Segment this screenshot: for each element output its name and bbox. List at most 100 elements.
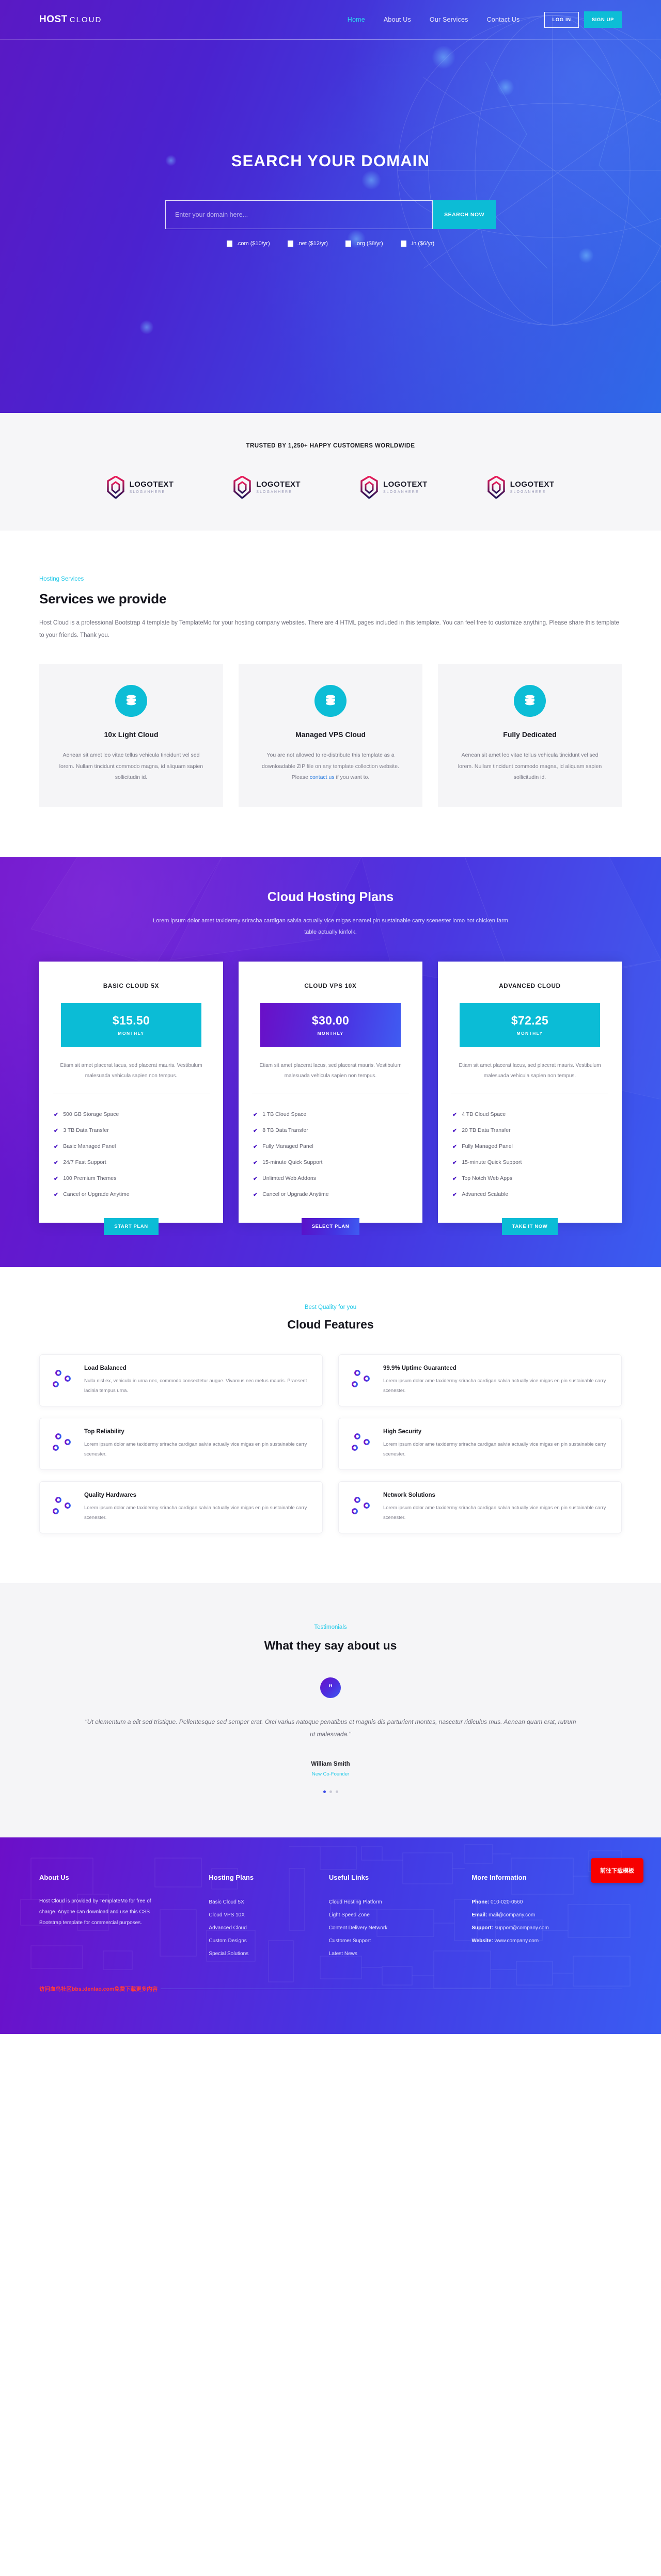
check-icon: ✔ (452, 1127, 458, 1134)
carousel-dot[interactable] (329, 1790, 332, 1793)
nav-actions: LOG IN SIGN UP (544, 11, 622, 28)
domain-search-input[interactable] (165, 200, 433, 229)
footer-link[interactable]: Customer Support (329, 1938, 371, 1944)
start-plan-button[interactable]: START PLAN (104, 1218, 159, 1235)
feature-card[interactable]: High Security Lorem ipsum dolor ame taxi… (338, 1417, 622, 1470)
nav-item-about-us[interactable]: About Us (384, 16, 411, 23)
download-template-button[interactable]: 前往下载模板 (591, 1858, 643, 1883)
footer-plans-title: Hosting Plans (209, 1873, 254, 1881)
nav-item-home[interactable]: Home (348, 16, 365, 23)
footer-list-item[interactable]: Advanced Cloud (209, 1922, 313, 1934)
carousel-dot[interactable] (335, 1790, 338, 1793)
footer-list-item[interactable]: Custom Designs (209, 1934, 313, 1947)
plan-feature-item: ✔ 8 TB Data Transfer (253, 1123, 408, 1139)
footer-list-item[interactable]: Customer Support (329, 1934, 457, 1947)
footer-list-item[interactable]: Cloud VPS 10X (209, 1909, 313, 1922)
footer-list-item[interactable]: Light Speed Zone (329, 1909, 457, 1922)
features-header: Best Quality for you Cloud Features (39, 1304, 622, 1332)
footer-about-title: About Us (39, 1873, 69, 1881)
pricing-card-cloud-vps-10x[interactable]: CLOUD VPS 10X $30.00 MONTHLY Etiam sit a… (239, 961, 422, 1235)
service-card[interactable]: Fully Dedicated Aenean sit amet leo vita… (438, 664, 622, 807)
footer-info-email: Email: mail@company.com (471, 1909, 622, 1922)
tld-options: .com ($10/yr) .net ($12/yr) .org ($8/yr)… (0, 241, 661, 247)
footer-list-item[interactable]: Special Solutions (209, 1947, 313, 1960)
footer-info-value[interactable]: www.company.com (495, 1938, 539, 1944)
checkbox-icon[interactable] (226, 241, 232, 247)
shield-logo-icon (360, 476, 378, 499)
plan-feature-item: ✔ 4 TB Cloud Space (452, 1107, 607, 1123)
feature-title: 99.9% Uptime Guaranteed (383, 1365, 457, 1371)
footer-list-item[interactable]: Cloud Hosting Platform (329, 1896, 457, 1909)
footer-list-item[interactable]: Basic Cloud 5X (209, 1896, 313, 1909)
plan-feature-label: Advanced Scalable (462, 1191, 509, 1198)
plan-feature-list: ✔ 1 TB Cloud Space ✔ 8 TB Data Transfer ✔ F… (252, 1094, 409, 1206)
footer-column-about: About Us Host Cloud is provided by Templ… (39, 1874, 193, 1960)
footer-info-value[interactable]: support@company.com (495, 1925, 549, 1931)
login-button[interactable]: LOG IN (544, 11, 579, 28)
service-desc-tail: if you want to. (334, 774, 370, 781)
services-paragraph: Host Cloud is a professional Bootstrap 4… (39, 620, 619, 638)
pricing-paragraph: Lorem ipsum dolor amet taxidermy srirach… (153, 917, 508, 935)
nav-item-our-services[interactable]: Our Services (430, 16, 468, 23)
footer-link[interactable]: Special Solutions (209, 1951, 248, 1957)
plan-feature-item: ✔ Fully Managed Panel (452, 1139, 607, 1155)
footer-list-item[interactable]: Content Delivery Network (329, 1922, 457, 1934)
tld-option-in[interactable]: .in ($6/yr) (400, 241, 435, 247)
footer-link[interactable]: Light Speed Zone (329, 1912, 370, 1918)
feature-card[interactable]: Quality Hardwares Lorem ipsum dolor ame … (39, 1481, 323, 1533)
signup-button[interactable]: SIGN UP (584, 11, 622, 28)
check-icon: ✔ (253, 1143, 258, 1150)
contact-us-link[interactable]: contact us (310, 774, 335, 780)
footer-link[interactable]: Content Delivery Network (329, 1925, 387, 1931)
tld-option-net[interactable]: .net ($12/yr) (287, 241, 328, 247)
pricing-section: Cloud Hosting Plans Lorem ipsum dolor am… (0, 856, 661, 1267)
pricing-card-advanced-cloud[interactable]: ADVANCED CLOUD $72.25 MONTHLY Etiam sit … (438, 961, 622, 1235)
sliders-glyph (351, 1496, 373, 1514)
sliders-icon (350, 1429, 374, 1455)
check-icon: ✔ (452, 1175, 458, 1182)
feature-card[interactable]: 99.9% Uptime Guaranteed Lorem ipsum dolo… (338, 1354, 622, 1406)
service-card[interactable]: 10x Light Cloud Aenean sit amet leo vita… (39, 664, 223, 807)
service-card[interactable]: Managed VPS Cloud You are not allowed to… (239, 664, 422, 807)
tld-option-org[interactable]: .org ($8/yr) (345, 241, 383, 247)
footer-info-website: Website: www.company.com (471, 1934, 622, 1947)
plan-name: BASIC CLOUD 5X (103, 983, 160, 989)
brand-logo[interactable]: HOST CLOUD (39, 14, 102, 25)
footer-link[interactable]: Cloud VPS 10X (209, 1912, 245, 1918)
footer-info-value[interactable]: 010-020-0560 (491, 1899, 523, 1905)
feature-card[interactable]: Load Balanced Nulla nisl ex, vehicula in… (39, 1354, 323, 1406)
checkbox-icon[interactable] (345, 241, 351, 247)
footer-link[interactable]: Latest News (329, 1951, 357, 1957)
checkbox-icon[interactable] (287, 241, 293, 247)
select-plan-button[interactable]: SELECT PLAN (301, 1218, 360, 1235)
trusted-title: TRUSTED BY 1,250+ HAPPY CUSTOMERS WORLDW… (246, 443, 415, 449)
plan-button-wrap: TAKE IT NOW (451, 1218, 608, 1235)
footer-info-label: Support: (471, 1925, 494, 1931)
take-it-now-button[interactable]: TAKE IT NOW (501, 1218, 558, 1235)
tld-label: .in ($6/yr) (410, 241, 435, 247)
feature-card[interactable]: Top Reliability Lorem ipsum dolor ame ta… (39, 1417, 323, 1470)
footer-link[interactable]: Basic Cloud 5X (209, 1899, 244, 1905)
checkbox-icon[interactable] (400, 241, 406, 247)
footer-info-value[interactable]: mail@company.com (489, 1912, 535, 1918)
search-now-button[interactable]: SEARCH NOW (433, 200, 496, 229)
client-logo-slogan: SLOGANHERE (129, 490, 166, 494)
feature-body: Load Balanced Nulla nisl ex, vehicula in… (84, 1365, 311, 1396)
carousel-dot[interactable] (323, 1790, 326, 1793)
check-icon: ✔ (54, 1191, 59, 1198)
footer-link[interactable]: Custom Designs (209, 1938, 246, 1944)
tld-option-com[interactable]: .com ($10/yr) (226, 241, 270, 247)
client-logo-name: LOGOTEXT (510, 480, 555, 489)
plan-description: Etiam sit amet placerat lacus, sed place… (451, 1061, 608, 1094)
footer-link[interactable]: Advanced Cloud (209, 1925, 246, 1931)
client-logo-text: LOGOTEXT SLOGANHERE (130, 481, 174, 494)
feature-desc: Lorem ipsum dolor ame taxidermy sriracha… (383, 1505, 606, 1521)
footer-link[interactable]: Cloud Hosting Platform (329, 1899, 382, 1905)
feature-card[interactable]: Network Solutions Lorem ipsum dolor ame … (338, 1481, 622, 1533)
check-icon: ✔ (54, 1159, 59, 1166)
footer-list-item[interactable]: Latest News (329, 1947, 457, 1960)
nav-item-contact-us[interactable]: Contact Us (487, 16, 520, 23)
plan-feature-label: Basic Managed Panel (63, 1143, 116, 1150)
plan-price-box: $15.50 MONTHLY (61, 1002, 201, 1047)
pricing-card-basic-cloud-5x[interactable]: BASIC CLOUD 5X $15.50 MONTHLY Etiam sit … (39, 961, 223, 1235)
